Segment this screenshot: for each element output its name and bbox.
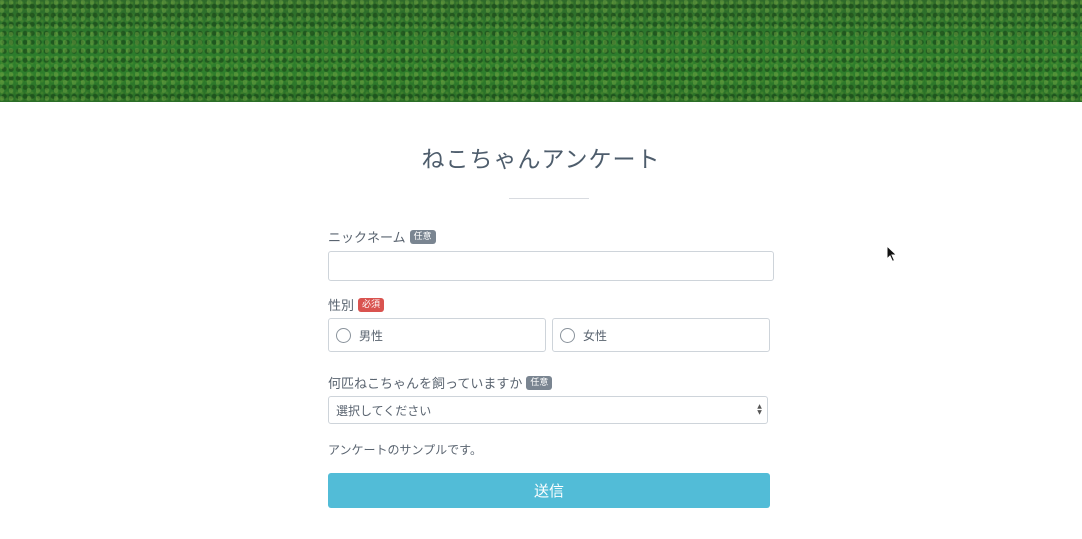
nickname-optional-badge: 任意 <box>409 229 436 244</box>
gender-label-row: 性別 必須 <box>328 295 385 314</box>
nickname-label-row: ニックネーム 任意 <box>328 227 436 246</box>
radio-female[interactable] <box>560 327 575 343</box>
gender-option-female[interactable]: 女性 <box>552 318 770 352</box>
gender-label: 性別 <box>328 299 355 314</box>
gender-option-male-label: 男性 <box>359 328 384 343</box>
gender-option-male[interactable]: 男性 <box>328 318 546 352</box>
title-divider <box>509 198 589 199</box>
form-note: アンケートのサンプルです。 <box>328 443 482 457</box>
mouse-pointer-icon <box>886 244 898 267</box>
nickname-input[interactable] <box>328 251 774 281</box>
cat-count-label-row: 何匹ねこちゃんを飼っていますか 任意 <box>328 373 553 392</box>
cat-count-label: 何匹ねこちゃんを飼っていますか <box>328 377 523 392</box>
page-title: ねこちゃんアンケート <box>421 147 661 173</box>
gender-required-badge: 必須 <box>358 297 385 312</box>
cat-count-selected-value: 選択してください <box>336 403 432 418</box>
cat-count-select[interactable]: 選択してください ▲ ▼ <box>328 396 768 424</box>
nickname-label: ニックネーム <box>328 231 406 246</box>
chevron-up-down-icon: ▲ ▼ <box>757 403 762 416</box>
submit-button[interactable]: 送信 <box>328 473 770 508</box>
gender-option-female-label: 女性 <box>583 328 608 343</box>
radio-male[interactable] <box>336 327 351 343</box>
header-grass-image <box>0 0 1082 102</box>
cat-count-optional-badge: 任意 <box>526 375 553 390</box>
